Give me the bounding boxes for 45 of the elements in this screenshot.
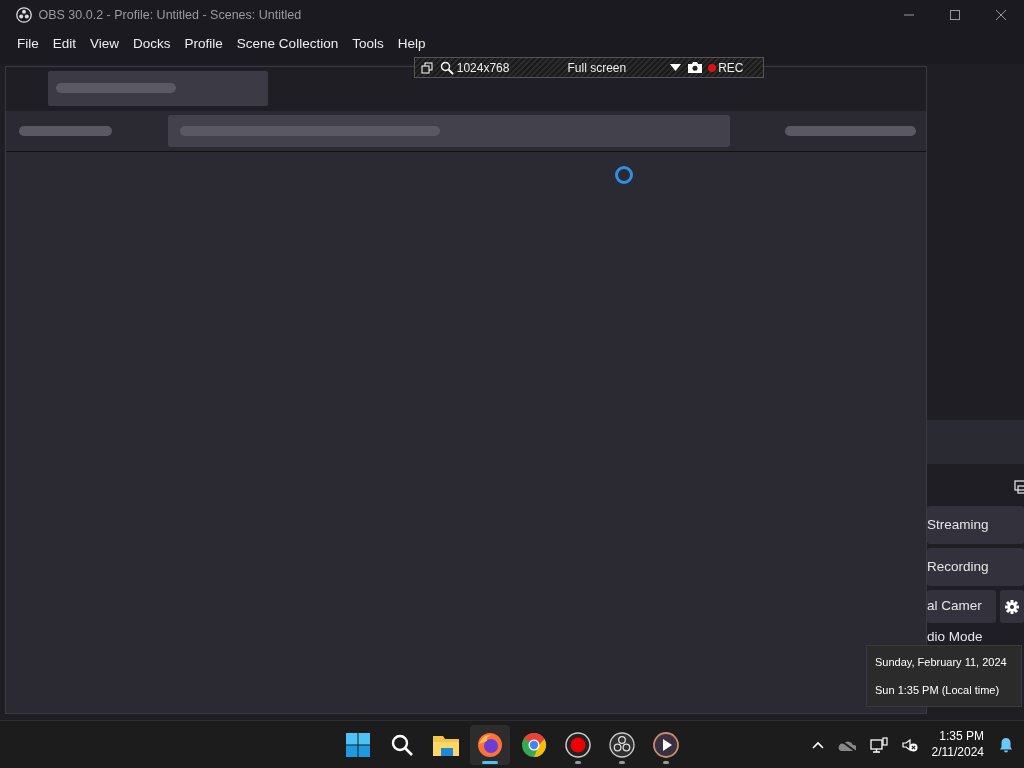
speaker-muted-icon[interactable] xyxy=(901,737,918,752)
menu-item[interactable]: Docks xyxy=(126,33,178,55)
control-button[interactable]: Recording xyxy=(927,548,1024,586)
search-icon[interactable] xyxy=(439,60,454,75)
camera-icon[interactable] xyxy=(687,62,702,73)
search-icon xyxy=(391,733,413,756)
menu-item[interactable]: View xyxy=(83,33,127,55)
record-dot-icon xyxy=(708,63,717,72)
dock-popout-icon[interactable] xyxy=(1014,480,1024,494)
start-icon xyxy=(346,732,370,757)
resolution-label: 1024x768 xyxy=(456,59,510,77)
control-button[interactable]: Streaming xyxy=(927,506,1024,544)
loading-spinner-icon xyxy=(614,164,634,185)
record-label[interactable]: REC xyxy=(718,58,744,77)
menu-item[interactable]: Help xyxy=(390,33,433,55)
menu-item[interactable]: Scene Collection xyxy=(229,33,346,55)
control-label[interactable]: dio Mode xyxy=(927,627,983,649)
control-button[interactable]: al Camer xyxy=(927,590,996,623)
menu-item[interactable]: File xyxy=(10,33,46,55)
globe-icon xyxy=(477,731,503,758)
menu-item[interactable]: Tools xyxy=(345,33,391,55)
menu-item[interactable]: Edit xyxy=(45,33,84,55)
maximize-icon[interactable] xyxy=(950,10,960,20)
folder-icon xyxy=(433,733,459,756)
menu-item[interactable]: Profile xyxy=(177,33,230,55)
date-text: Sunday, February 11, 2024 xyxy=(875,655,1008,670)
play-icon xyxy=(653,731,679,758)
chrome-icon xyxy=(521,731,547,758)
close-icon[interactable] xyxy=(996,10,1006,20)
bell-icon[interactable] xyxy=(998,736,1014,753)
obs-icon xyxy=(609,731,635,758)
taskbar-time[interactable]: 1:35 PM xyxy=(931,728,984,745)
chevron-up-icon[interactable] xyxy=(811,740,824,749)
network-icon[interactable] xyxy=(869,736,888,753)
time-text: Sun 1:35 PM (Local time) xyxy=(875,682,1001,698)
cloud-off-icon[interactable] xyxy=(837,738,856,751)
app-logo-icon xyxy=(16,7,32,23)
record-icon xyxy=(565,731,591,758)
capture-mode-label[interactable]: Full screen xyxy=(567,58,627,77)
window-title: OBS 30.0.2 - Profile: Untitled - Scenes: Untitled xyxy=(38,6,302,24)
gear-icon xyxy=(1004,598,1020,615)
taskbar-app[interactable] xyxy=(470,724,510,765)
taskbar-date[interactable]: 2/11/2024 xyxy=(931,744,984,761)
windows-icon[interactable] xyxy=(421,61,433,74)
settings-button[interactable] xyxy=(1000,590,1024,623)
